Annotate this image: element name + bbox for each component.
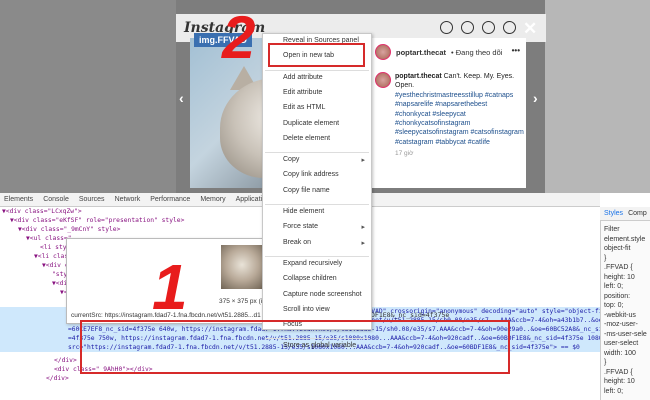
menu-item-break-on[interactable]: Break on xyxy=(283,239,311,246)
code-line[interactable]: ▼<ul class=" xyxy=(26,234,72,243)
menu-item-delete-element[interactable]: Delete element xyxy=(283,135,330,142)
hashtag-line[interactable]: #yesthechristmastreesstillup #catnaps xyxy=(395,91,525,100)
post-header: poptart.thecat • Đang theo dõi xyxy=(375,44,502,60)
style-rule-line[interactable]: left: 0; xyxy=(604,283,623,290)
post-panel: poptart.thecat • Đang theo dõi ••• popta… xyxy=(368,38,526,188)
more-options-icon[interactable]: ••• xyxy=(512,46,520,55)
hashtag-line[interactable]: #sleepycatsofinstagram #catsofinstagram xyxy=(395,128,525,137)
menu-item-hide-element[interactable]: Hide element xyxy=(283,208,324,215)
preview-thumbnail xyxy=(221,245,263,289)
menu-item-capture-node-screenshot[interactable]: Capture node screenshot xyxy=(283,291,362,298)
instagram-nav xyxy=(440,21,516,34)
style-rule-line[interactable]: -moz-user- xyxy=(604,321,638,328)
chevron-right-icon: ▸ xyxy=(361,157,365,165)
tab-performance[interactable]: Performance xyxy=(150,196,190,203)
style-rule-line[interactable]: .FFVAD { xyxy=(604,369,633,376)
menu-separator xyxy=(265,69,369,71)
follow-status: • Đang theo dõi xyxy=(451,47,503,57)
step-number-1: 1 xyxy=(152,251,188,323)
chevron-right-icon[interactable]: › xyxy=(533,90,538,106)
menu-item-edit-as-html[interactable]: Edit as HTML xyxy=(283,104,325,111)
code-line[interactable]: ▼<div class="eKfSF" role="presentation" … xyxy=(10,216,184,225)
menu-item-add-attribute[interactable]: Add attribute xyxy=(283,74,323,81)
menu-item-expand-recursively[interactable]: Expand recursively xyxy=(283,260,342,267)
menu-separator xyxy=(265,255,369,257)
style-rule-line[interactable]: position: xyxy=(604,293,630,300)
post-caption: poptart.thecat Can't. Keep. My. Eyes. Op… xyxy=(395,72,525,159)
chevron-right-icon: ▸ xyxy=(361,239,365,247)
page-overlay-right xyxy=(545,0,650,193)
menu-item-copy-link-address[interactable]: Copy link address xyxy=(283,171,339,178)
hashtag-line[interactable]: #napsarelife #napsarethebest xyxy=(395,100,525,109)
style-rule-line[interactable]: width: 100 xyxy=(604,350,636,357)
style-rule-line[interactable]: height: 10 xyxy=(604,378,635,385)
menu-item-duplicate-element[interactable]: Duplicate element xyxy=(283,120,339,127)
code-line[interactable]: <li sty xyxy=(40,243,67,252)
style-rule-line[interactable]: height: 10 xyxy=(604,274,635,281)
tab-computed[interactable]: Comp xyxy=(628,210,647,217)
highlight-box-open-in-new-tab xyxy=(268,43,365,67)
style-rule-line[interactable]: -webkit-us xyxy=(604,312,636,319)
tab-console[interactable]: Console xyxy=(43,196,69,203)
chevron-right-icon: ▸ xyxy=(361,224,365,232)
messenger-icon[interactable] xyxy=(461,21,474,34)
menu-item-collapse-children[interactable]: Collapse children xyxy=(283,275,337,282)
avatar[interactable] xyxy=(375,44,391,60)
heart-icon[interactable] xyxy=(503,21,516,34)
tab-network[interactable]: Network xyxy=(115,196,141,203)
menu-item-copy[interactable]: Copy xyxy=(283,156,299,163)
style-rule-line[interactable]: Filter xyxy=(604,226,620,233)
menu-separator xyxy=(265,204,369,205)
style-rule-line[interactable]: top: 0; xyxy=(604,302,623,309)
style-rule-line[interactable]: element.style xyxy=(604,236,645,243)
menu-separator xyxy=(265,152,369,154)
code-line[interactable]: ▼<div class="_9mCnY" style> xyxy=(18,225,120,234)
post-username[interactable]: poptart.thecat xyxy=(396,48,446,57)
style-rule-line[interactable]: .FFVAD { xyxy=(604,264,633,271)
tab-memory[interactable]: Memory xyxy=(200,196,225,203)
close-icon[interactable]: ✕ xyxy=(523,20,537,37)
context-menu: Reveal in Sources panel Open in new tab Ad… xyxy=(262,33,372,349)
styles-tabbar: Styles Comp xyxy=(600,207,650,221)
hashtag-line[interactable]: #chonkycatsofinstagram xyxy=(395,119,525,128)
code-line[interactable]: ▼<div class="LCxqZw"> xyxy=(2,207,82,216)
hashtag-line[interactable]: #catstagram #tabbycat #catlife xyxy=(395,138,525,147)
caption-avatar[interactable] xyxy=(375,72,391,88)
style-rule-line[interactable]: user-select xyxy=(604,340,638,347)
menu-item-edit-attribute[interactable]: Edit attribute xyxy=(283,89,322,96)
step-number-2: 2 xyxy=(222,4,256,71)
tab-elements[interactable]: Elements xyxy=(4,196,33,203)
tab-sources[interactable]: Sources xyxy=(79,196,105,203)
style-rule-line[interactable]: } xyxy=(604,359,606,366)
page-overlay-left xyxy=(0,0,176,193)
caption-username[interactable]: poptart.thecat xyxy=(395,73,442,80)
post-time: 17 giờ xyxy=(395,150,414,158)
style-rule-line[interactable]: left: 0; xyxy=(604,388,623,395)
compass-icon[interactable] xyxy=(482,21,495,34)
chevron-left-icon[interactable]: ‹ xyxy=(179,90,184,106)
style-rule-line[interactable]: -ms-user-sele xyxy=(604,331,647,338)
url-tail: DF1E8&_nc_sid=4f375e xyxy=(371,311,450,319)
menu-item-scroll-into-view[interactable]: Scroll into view xyxy=(283,306,330,313)
highlight-box-src-attribute xyxy=(80,320,510,374)
tab-styles[interactable]: Styles xyxy=(604,210,623,217)
menu-item-copy-file-name[interactable]: Copy file name xyxy=(283,187,330,194)
style-rule-line[interactable]: object-fit xyxy=(604,245,630,252)
menu-item-force-state[interactable]: Force state xyxy=(283,223,318,230)
hashtag-line[interactable]: #chonkycat #sleepycat xyxy=(395,110,525,119)
code-line[interactable]: </div> xyxy=(46,374,69,383)
code-line[interactable]: </div> xyxy=(54,356,77,365)
style-rule-line[interactable]: } xyxy=(604,255,606,262)
home-icon[interactable] xyxy=(440,21,453,34)
